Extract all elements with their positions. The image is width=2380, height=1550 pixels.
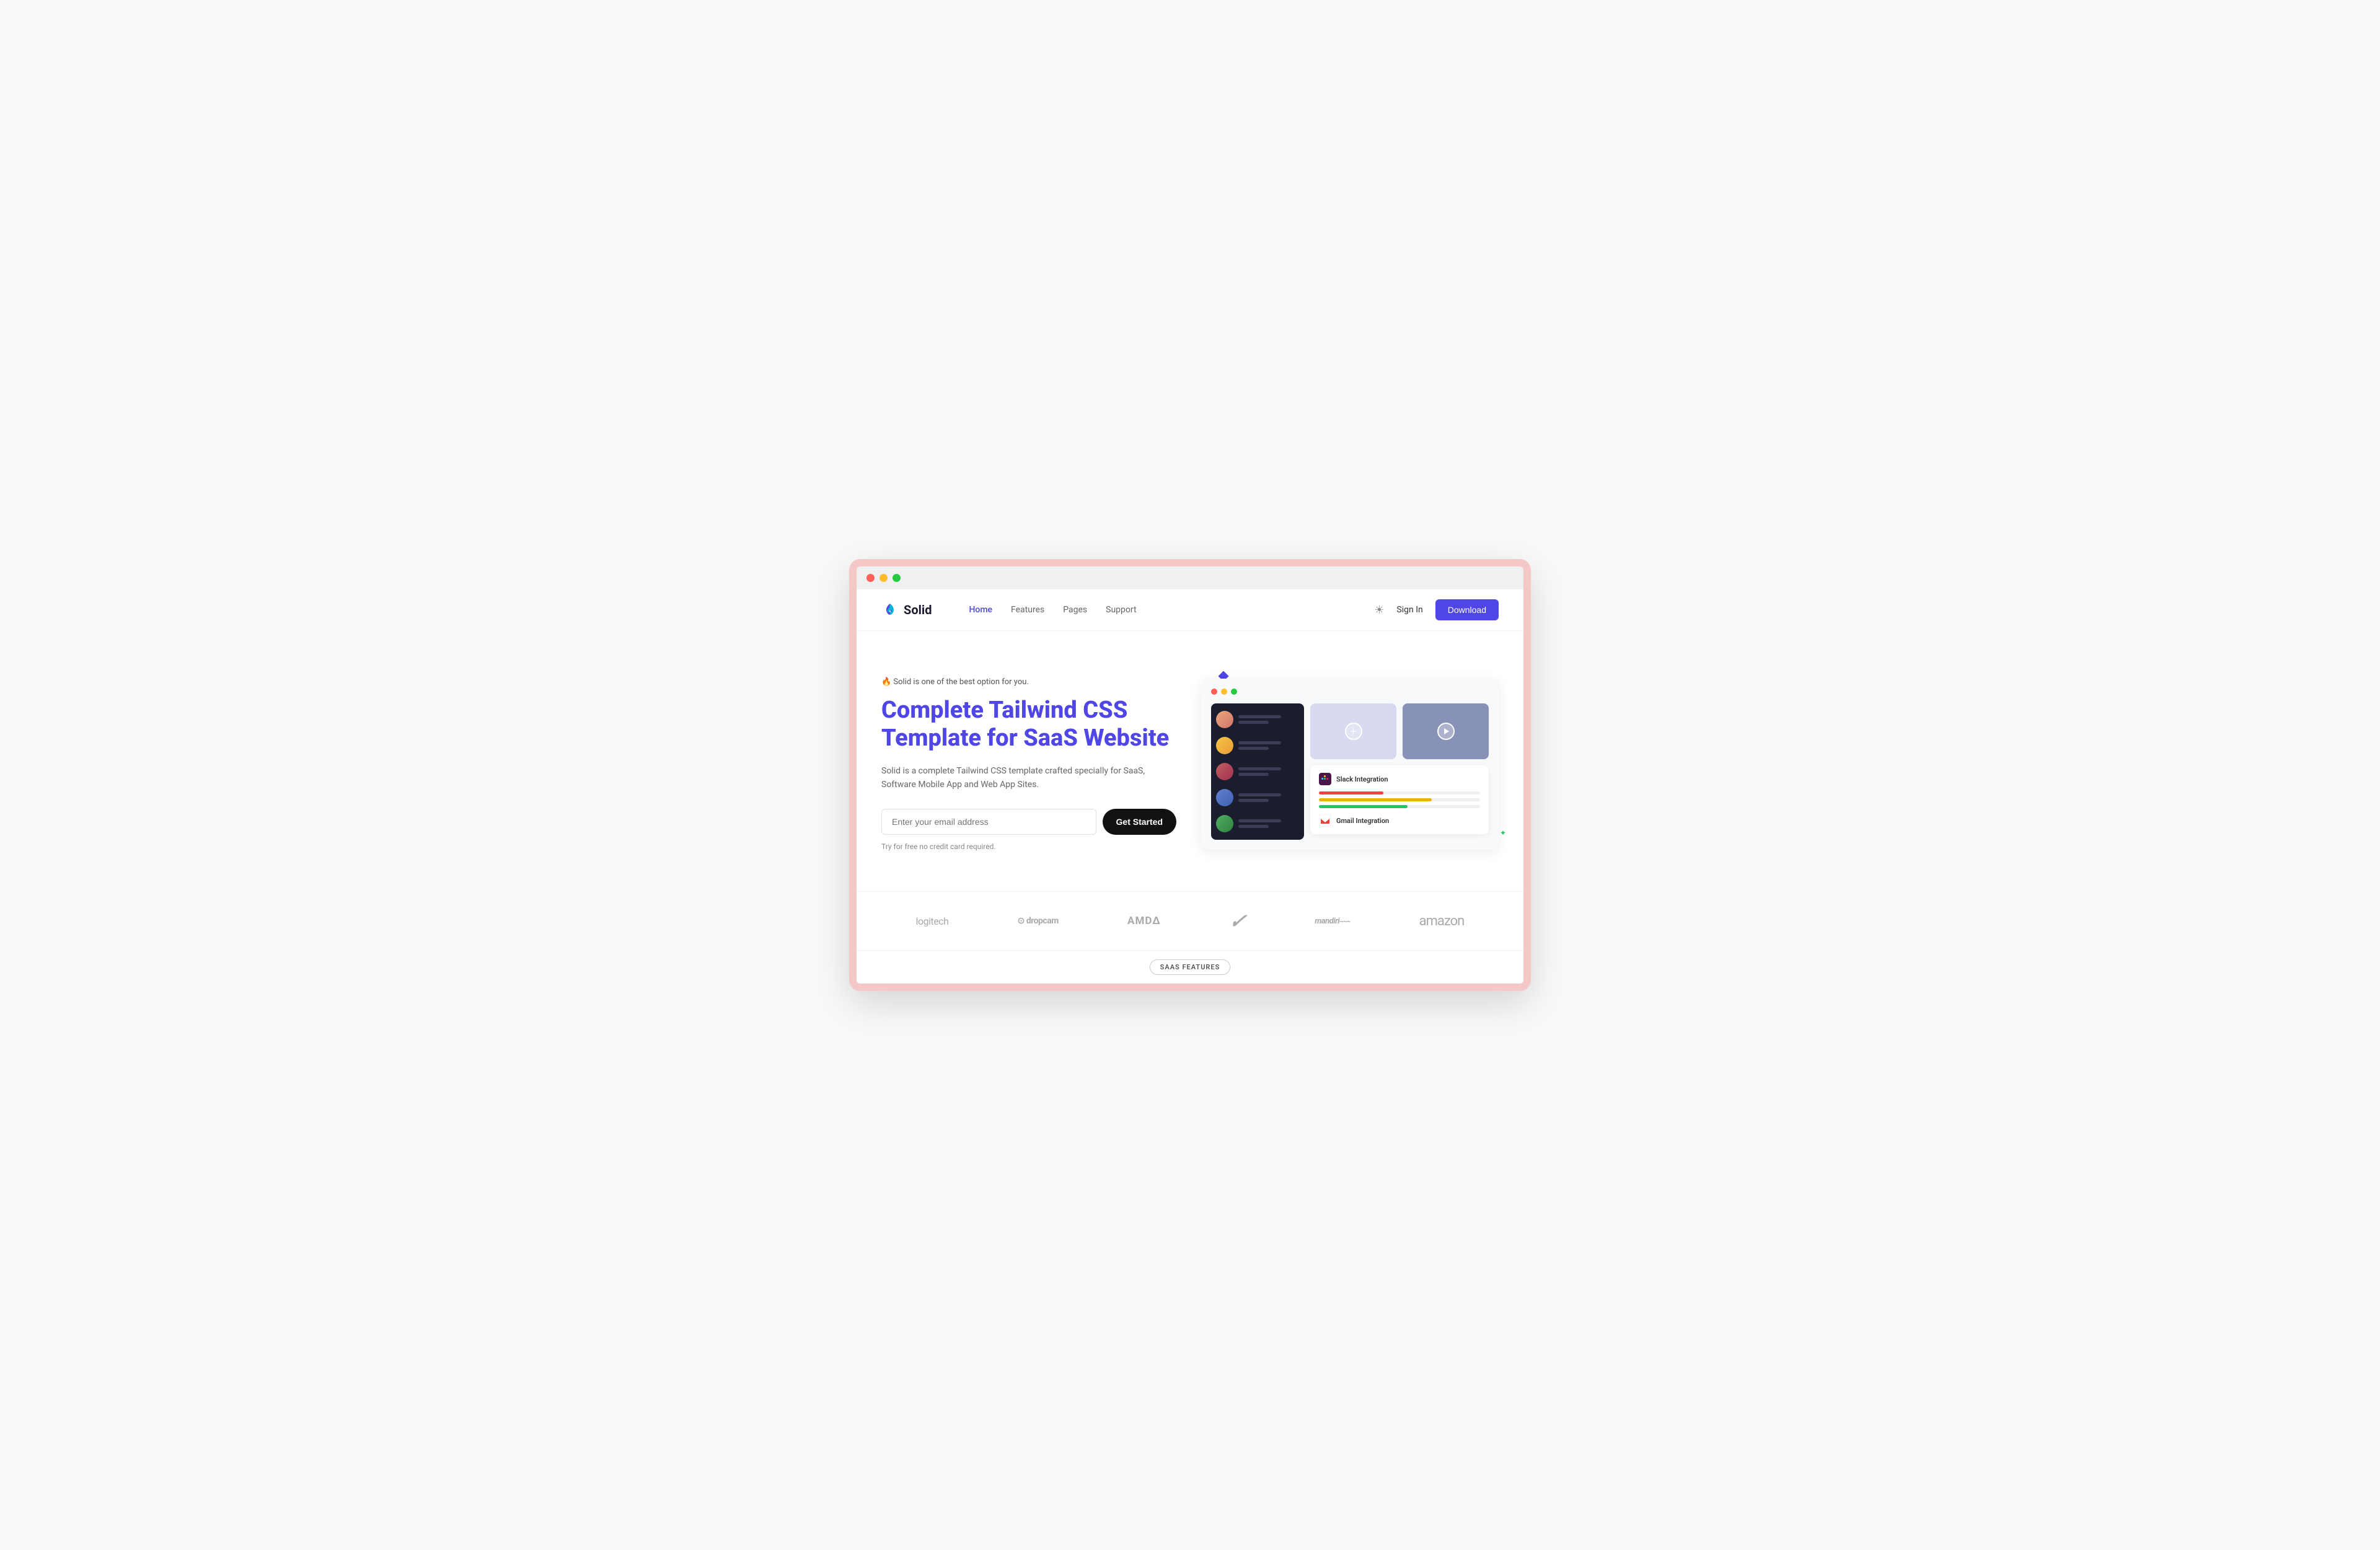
media-row: + [1310,703,1489,759]
hero-form: Get Started [881,809,1176,835]
dot-yellow [1221,689,1227,695]
user-line-short-4 [1238,799,1269,802]
gmail-integration-row: Gmail Integration [1319,814,1480,827]
hero-title-line2: Template for SaaS Website [881,724,1169,752]
brand-logitech: logitech [916,915,949,927]
browser-window: Solid Home Features Pages Support ☀ Sign… [849,559,1531,991]
brand-mandiri: mandiri~~~ [1315,917,1350,926]
add-icon: + [1345,723,1362,740]
user-row-2 [1216,737,1299,754]
hero-note: Try for free no credit card required. [881,842,1176,851]
slack-integration-label: Slack Integration [1336,775,1388,783]
user-line-long [1238,715,1281,718]
progress-track-2 [1319,798,1480,801]
user-row-4 [1216,789,1299,806]
user-line-long-3 [1238,767,1281,770]
download-button[interactable]: Download [1435,599,1499,620]
brand-nike: ✓ [1228,909,1248,933]
hero-left: 🔥 Solid is one of the best option for yo… [881,677,1176,852]
play-icon-container [1437,723,1455,740]
avatar-3 [1216,763,1233,780]
user-row-5 [1216,815,1299,832]
user-line-short-5 [1238,825,1269,828]
progress-bars [1319,791,1480,808]
progress-fill-3 [1319,805,1408,808]
navbar: Solid Home Features Pages Support ☀ Sign… [857,589,1523,631]
sign-in-link[interactable]: Sign In [1396,605,1422,615]
plus-icon: + [1350,725,1356,738]
user-line-short-3 [1238,773,1269,776]
user-row-1 [1216,711,1299,728]
logo-icon [881,601,899,619]
cta-button[interactable]: Get Started [1103,809,1176,835]
media-card-play [1403,703,1489,759]
hero-description: Solid is a complete Tailwind CSS templat… [881,764,1176,792]
hero-title-line1: Complete Tailwind CSS [881,697,1127,724]
avatar-4 [1216,789,1233,806]
hero-title: Complete Tailwind CSS Template for SaaS … [881,697,1176,753]
hero-illustration: ❮ ✦ ✦ [1201,679,1499,850]
user-row-3 [1216,763,1299,780]
user-lines-5 [1238,819,1299,828]
nav-pages[interactable]: Pages [1063,605,1087,615]
email-input[interactable] [881,809,1096,835]
gmail-icon [1319,814,1331,827]
gmail-integration-label: Gmail Integration [1336,817,1389,825]
brands-section: logitech ⊙ dropcam AMD∆ ✓ mandiri~~~ ama… [857,891,1523,950]
nav-support[interactable]: Support [1106,605,1136,615]
saas-section: SAAS FEATURES [857,950,1523,984]
minimize-button-icon[interactable] [879,574,888,582]
dot-green [1231,689,1237,695]
progress-fill-1 [1319,791,1383,795]
saas-badge: SAAS FEATURES [1150,959,1231,975]
user-line-long-5 [1238,819,1281,822]
brand-amd: AMD∆ [1127,915,1161,927]
media-card-add: + [1310,703,1396,759]
browser-content: Solid Home Features Pages Support ☀ Sign… [857,589,1523,984]
avatar-2 [1216,737,1233,754]
nav-home[interactable]: Home [969,605,992,615]
star-decoration-small: ✦ [1500,829,1506,837]
user-lines-3 [1238,767,1299,776]
brand-amazon: amazon [1419,914,1465,929]
avatar-1 [1216,711,1233,728]
progress-track-3 [1319,805,1480,808]
logo: Solid [881,601,932,619]
progress-track-1 [1319,791,1480,795]
close-button-icon[interactable] [866,574,875,582]
progress-fill-2 [1319,798,1432,801]
dot-red [1211,689,1217,695]
theme-toggle-icon[interactable]: ☀ [1374,604,1384,617]
user-line-short-2 [1238,747,1269,750]
user-line-long-2 [1238,741,1281,744]
content-panel: + [1310,703,1489,840]
hero-section: 🔥 Solid is one of the best option for yo… [857,631,1523,891]
illustration-card: + [1201,679,1499,850]
user-lines-2 [1238,741,1299,750]
slack-icon [1319,773,1331,785]
user-line-long-4 [1238,793,1281,796]
card-body: + [1211,703,1489,840]
brand-dropcam: ⊙ dropcam [1018,916,1059,926]
user-lines-4 [1238,793,1299,802]
user-lines-1 [1238,715,1299,724]
user-line-short [1238,721,1269,724]
nav-right: ☀ Sign In Download [1374,599,1499,620]
nav-links: Home Features Pages Support [969,605,1374,615]
hero-badge: 🔥 Solid is one of the best option for yo… [881,677,1176,687]
slack-integration-row: Slack Integration [1319,773,1480,785]
users-panel [1211,703,1304,840]
fullscreen-button-icon[interactable] [892,574,901,582]
nav-features[interactable]: Features [1011,605,1044,615]
avatar-5 [1216,815,1233,832]
card-dots [1211,689,1489,695]
logo-text: Solid [904,602,932,617]
play-icon [1444,728,1449,734]
browser-chrome [857,566,1523,589]
integrations-panel: Slack Integration [1310,765,1489,834]
